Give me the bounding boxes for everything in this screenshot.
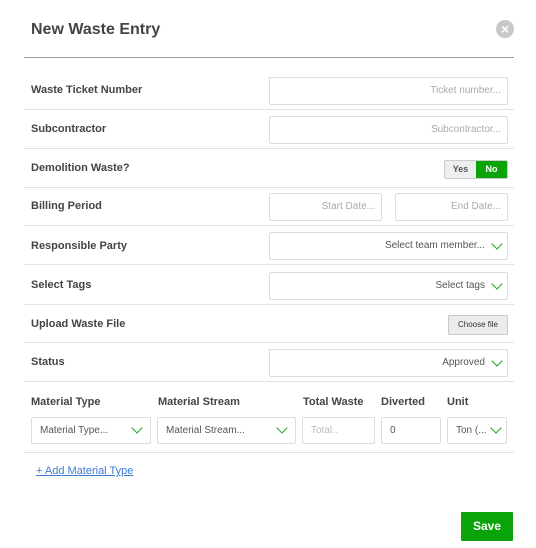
row-subcontractor: Subcontractor Subcontractor... xyxy=(24,110,514,149)
save-button[interactable]: Save xyxy=(461,512,513,541)
row-ticket: Waste Ticket Number Ticket number... xyxy=(24,71,514,110)
unit-header: Unit xyxy=(447,396,469,408)
start-date-input[interactable]: Start Date... xyxy=(269,193,382,221)
total-waste-input[interactable]: Total.. xyxy=(302,417,375,444)
material-stream-value: Material Stream... xyxy=(166,425,245,436)
responsible-select[interactable]: Select team member... xyxy=(269,232,508,260)
row-status: Status Approved xyxy=(24,343,514,382)
chevron-down-icon xyxy=(491,278,503,290)
chevron-down-icon xyxy=(276,422,288,434)
tags-label: Select Tags xyxy=(31,279,92,291)
choose-file-button[interactable]: Choose file xyxy=(448,315,508,335)
add-material-type-link[interactable]: + Add Material Type xyxy=(36,465,133,477)
toggle-no-button[interactable]: No xyxy=(476,161,507,178)
material-stream-header: Material Stream xyxy=(158,396,240,408)
responsible-value: Select team member... xyxy=(384,240,485,251)
chevron-down-icon xyxy=(491,355,503,367)
status-label: Status xyxy=(31,356,65,368)
modal-title: New Waste Entry xyxy=(31,21,161,38)
responsible-label: Responsible Party xyxy=(31,240,127,252)
ticket-label: Waste Ticket Number xyxy=(31,84,143,96)
material-divider xyxy=(24,452,514,453)
material-type-value: Material Type... xyxy=(40,425,109,436)
row-billing: Billing Period Start Date... End Date... xyxy=(24,188,514,226)
diverted-header: Diverted xyxy=(381,396,426,408)
demolition-toggle: Yes No xyxy=(444,160,508,179)
row-upload: Upload Waste File Choose file xyxy=(24,305,514,343)
new-waste-entry-modal: New Waste Entry × Waste Ticket Number Ti… xyxy=(0,0,536,548)
row-responsible: Responsible Party Select team member... xyxy=(24,226,514,265)
total-waste-header: Total Waste xyxy=(303,396,364,408)
demolition-label: Demolition Waste? xyxy=(31,162,130,174)
end-date-input[interactable]: End Date... xyxy=(395,193,508,221)
header-divider xyxy=(24,57,514,58)
status-select[interactable]: Approved xyxy=(269,349,508,377)
chevron-down-icon xyxy=(131,422,143,434)
ticket-input[interactable]: Ticket number... xyxy=(269,77,508,105)
close-icon[interactable]: × xyxy=(496,20,514,38)
unit-value: Ton (... xyxy=(456,425,487,436)
material-type-select[interactable]: Material Type... xyxy=(31,417,151,444)
toggle-yes-button[interactable]: Yes xyxy=(445,161,476,178)
billing-label: Billing Period xyxy=(31,200,102,212)
unit-select[interactable]: Ton (... xyxy=(447,417,507,444)
row-demolition: Demolition Waste? Yes No xyxy=(24,149,514,188)
material-stream-select[interactable]: Material Stream... xyxy=(157,417,296,444)
status-value: Approved xyxy=(442,357,485,368)
subcontractor-label: Subcontractor xyxy=(31,123,107,135)
tags-select[interactable]: Select tags xyxy=(269,272,508,300)
upload-label: Upload Waste File xyxy=(31,318,126,330)
chevron-down-icon xyxy=(490,422,502,434)
material-type-header: Material Type xyxy=(31,396,101,408)
subcontractor-input[interactable]: Subcontractor... xyxy=(269,116,508,144)
chevron-down-icon xyxy=(491,238,503,250)
row-tags: Select Tags Select tags xyxy=(24,265,514,305)
tags-value: Select tags xyxy=(435,280,485,291)
diverted-input[interactable]: 0 xyxy=(381,417,441,444)
